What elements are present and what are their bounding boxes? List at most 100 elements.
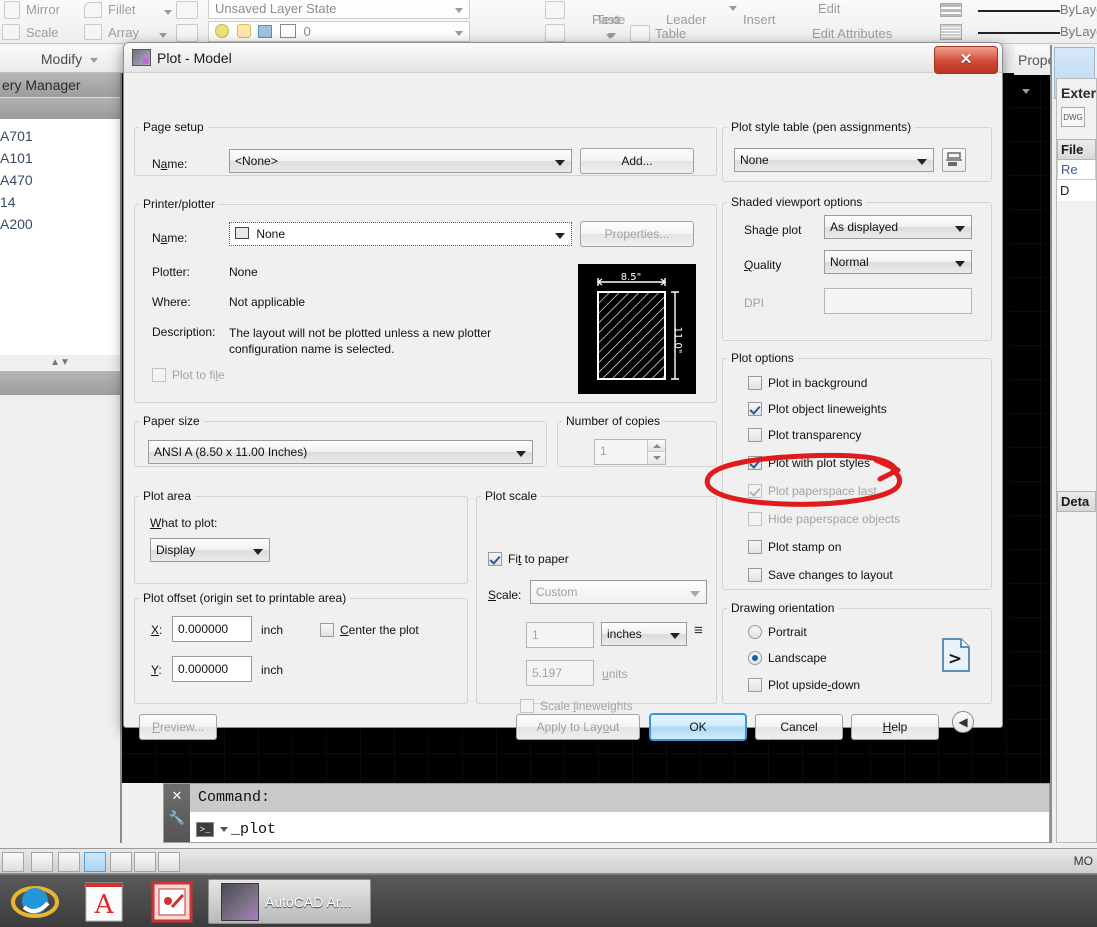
plot-dialog[interactable]: Plot - Model ✕ Page setup Name: <None> A… — [123, 42, 1003, 741]
plot-style-table-dropdown[interactable]: None — [734, 148, 934, 172]
ribbon-item-edit-attributes[interactable]: Edit Attributes — [812, 26, 892, 41]
current-layer-dropdown[interactable]: 0 — [208, 21, 470, 42]
list-item[interactable]: A701 — [0, 125, 120, 147]
taskbar-adobe-reader-icon[interactable]: A — [82, 881, 130, 923]
stepper-down-icon[interactable] — [648, 452, 665, 464]
status-polar-icon[interactable] — [110, 852, 132, 872]
chevron-down-icon[interactable] — [455, 8, 463, 13]
portrait-radio[interactable]: Portrait — [748, 625, 807, 639]
plot-style-editor-icon[interactable] — [942, 148, 966, 172]
chevron-down-icon[interactable] — [955, 226, 965, 232]
save-changes-to-layout-checkbox[interactable]: Save changes to layout — [748, 568, 893, 582]
chevron-down-icon[interactable] — [455, 31, 463, 36]
help-button[interactable]: Help — [851, 714, 939, 740]
chevron-down-icon[interactable] — [164, 10, 172, 16]
plot-transparency-checkbox[interactable]: Plot transparency — [748, 428, 861, 442]
layer-state-dropdown[interactable]: Unsaved Layer State — [208, 0, 470, 19]
layer-color-swatch[interactable] — [279, 24, 296, 38]
ok-button[interactable]: OK — [649, 713, 747, 741]
ribbon-item-insert[interactable]: Insert — [743, 12, 776, 27]
palette-splitter[interactable]: ▲▼ — [0, 355, 120, 371]
chevron-down-icon[interactable] — [555, 233, 565, 239]
plotter-properties-button[interactable]: Properties... — [580, 221, 694, 247]
status-grid-icon[interactable] — [58, 852, 80, 872]
chevron-down-icon[interactable] — [159, 33, 167, 39]
chevron-down-icon[interactable] — [220, 826, 228, 832]
modify-panel-menu[interactable]: Modify — [0, 45, 122, 73]
list-item[interactable]: A470 — [0, 169, 120, 191]
status-infer-constraints-icon[interactable] — [2, 852, 24, 872]
quality-dropdown[interactable]: Normal — [824, 250, 972, 274]
ribbon-item-table[interactable]: Table — [655, 26, 686, 41]
ribbon-item-mirror[interactable]: Mirror — [26, 2, 60, 17]
attach-dwg-icon[interactable]: DWG — [1061, 107, 1085, 127]
add-page-setup-button[interactable]: Add... — [580, 148, 694, 174]
chevron-down-icon[interactable] — [729, 6, 737, 12]
apply-to-layout-button[interactable]: Apply to Layout — [516, 714, 640, 740]
ribbon-item-text[interactable]: Text — [596, 12, 620, 27]
sun-icon[interactable] — [236, 24, 251, 38]
ribbon-item-edit[interactable]: Edit — [818, 1, 840, 16]
scale-lineweights-checkbox[interactable]: Scale lineweights — [520, 699, 633, 713]
command-input-row[interactable]: >_ _plot — [190, 812, 1049, 842]
reference-row[interactable]: Re — [1057, 160, 1096, 180]
status-snap-icon[interactable] — [31, 852, 53, 872]
taskbar-paint-icon[interactable] — [150, 881, 198, 923]
list-item[interactable]: A101 — [0, 147, 120, 169]
fit-to-paper-checkbox[interactable]: Fit to paper — [488, 552, 569, 566]
list-item[interactable]: A200 — [0, 213, 120, 235]
chevron-down-icon[interactable] — [608, 33, 616, 39]
cancel-button[interactable]: Cancel — [755, 714, 843, 740]
ribbon-item-leader[interactable]: Leader — [666, 12, 706, 27]
plot-paperspace-last-checkbox[interactable]: Plot paperspace last — [748, 484, 877, 498]
chevron-down-icon[interactable] — [555, 160, 565, 166]
plot-stamp-on-checkbox[interactable]: Plot stamp on — [748, 540, 841, 554]
xref-item[interactable]: D — [1057, 180, 1096, 201]
stepper-up-icon[interactable] — [648, 440, 665, 452]
dpi-input[interactable] — [824, 288, 972, 314]
status-ortho-icon[interactable] — [84, 852, 106, 872]
status-model-label[interactable]: MO — [1074, 854, 1093, 868]
shade-plot-dropdown[interactable]: As displayed — [824, 215, 972, 239]
landscape-radio[interactable]: Landscape — [748, 651, 827, 665]
plotter-name-dropdown[interactable]: None — [229, 222, 572, 246]
unlock-icon[interactable] — [258, 25, 273, 38]
chevron-down-icon[interactable] — [917, 159, 927, 165]
ribbon-item-array[interactable]: Array — [108, 25, 139, 40]
scale-numerator-input[interactable] — [526, 622, 594, 648]
scale-denominator-input[interactable] — [526, 660, 594, 686]
plot-in-background-checkbox[interactable]: Plot in background — [748, 376, 867, 390]
chevron-down-icon[interactable] — [90, 57, 98, 63]
close-icon[interactable]: ✕ — [164, 788, 190, 804]
chevron-down-icon[interactable] — [516, 451, 526, 457]
offset-y-input[interactable] — [172, 656, 252, 682]
chevron-down-icon[interactable] — [1022, 88, 1030, 94]
what-to-plot-dropdown[interactable]: Display — [150, 538, 270, 562]
plot-to-file-checkbox[interactable]: Plot to file — [152, 368, 225, 382]
list-item[interactable]: 14 — [0, 191, 120, 213]
scale-dropdown[interactable]: Custom — [530, 580, 707, 604]
dialog-titlebar[interactable]: Plot - Model ✕ — [124, 43, 1002, 74]
page-setup-name-dropdown[interactable]: <None> — [229, 149, 572, 173]
chevron-down-icon[interactable] — [253, 549, 263, 555]
lightbulb-icon[interactable] — [215, 24, 229, 38]
chevron-down-icon[interactable] — [670, 633, 680, 639]
plot-upside-down-checkbox[interactable]: Plot upside-down — [748, 678, 860, 692]
command-line-window[interactable]: ✕ 🔧 Command: >_ _plot — [163, 783, 1050, 843]
plot-with-plot-styles-checkbox[interactable]: Plot with plot styles — [748, 456, 870, 470]
status-osnap-icon[interactable] — [134, 852, 156, 872]
ribbon-item-fillet[interactable]: Fillet — [108, 2, 135, 17]
hide-paperspace-objects-checkbox[interactable]: Hide paperspace objects — [748, 512, 900, 526]
command-prompt-icon[interactable]: >_ — [196, 821, 214, 837]
ribbon-item-scale[interactable]: Scale — [26, 25, 59, 40]
paper-size-dropdown[interactable]: ANSI A (8.50 x 11.00 Inches) — [148, 440, 533, 464]
expand-dialog-button[interactable]: ◀ — [952, 711, 974, 733]
center-the-plot-checkbox[interactable]: Center the plot — [320, 623, 419, 637]
preview-button[interactable]: Preview... — [139, 714, 217, 740]
plot-object-lineweights-checkbox[interactable]: Plot object lineweights — [748, 402, 887, 416]
chevron-down-icon[interactable] — [690, 591, 700, 597]
offset-x-input[interactable] — [172, 616, 252, 642]
taskbar-autocad-task[interactable]: AutoCAD Ar... — [208, 879, 371, 924]
status-otrack-icon[interactable] — [158, 852, 180, 872]
close-button[interactable]: ✕ — [934, 46, 998, 74]
